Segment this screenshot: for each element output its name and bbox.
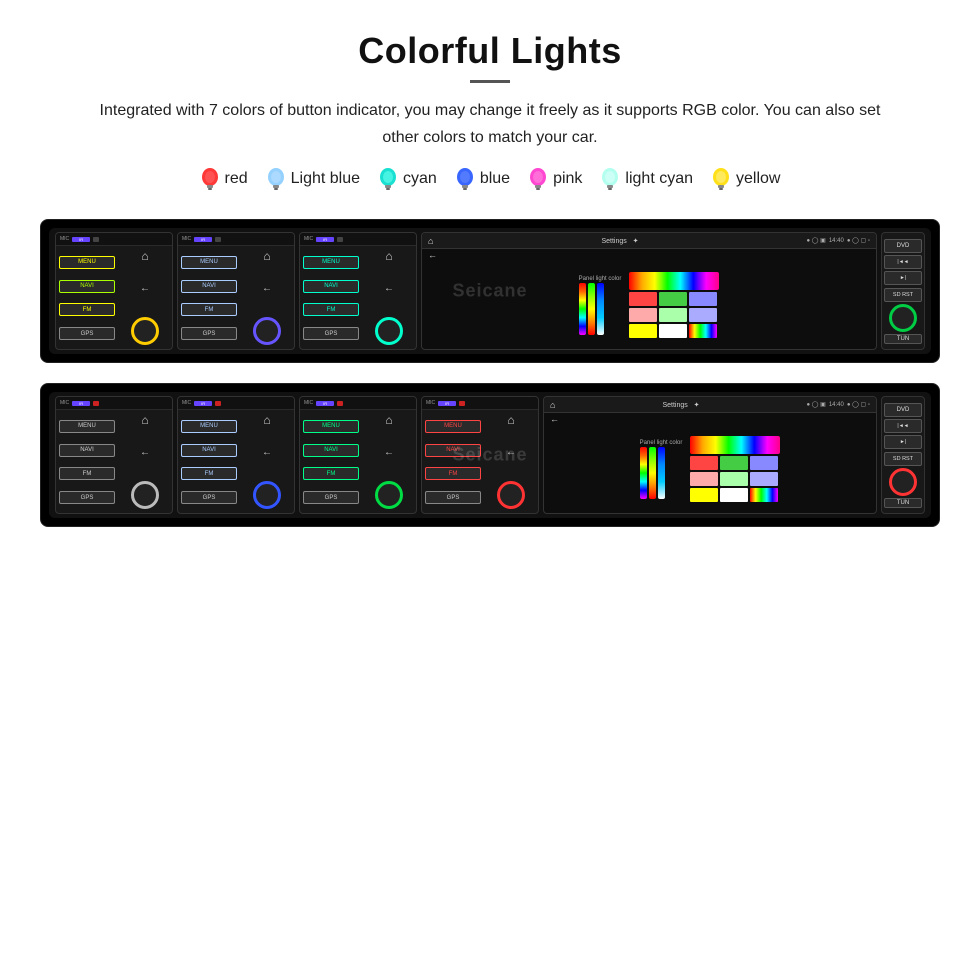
unit-1: MIC IR MENU NAVI FM GPS ⌂ ← — [55, 232, 173, 350]
color-item-lightcyan: light cyan — [600, 167, 693, 191]
color-label-lightblue: Light blue — [291, 170, 360, 188]
color-item-red: red — [200, 167, 248, 191]
title-divider — [470, 80, 510, 83]
bulb-icon-blue — [455, 167, 475, 191]
bulb-icon-pink — [528, 167, 548, 191]
description-text: Integrated with 7 colors of button indic… — [80, 97, 900, 151]
color-item-blue: blue — [455, 167, 510, 191]
unit-3: MIC IR MENU NAVI FM GPS ⌂ ← — [299, 232, 417, 350]
main-display-top: ⌂ Settings ✦ ● ◯ ▣ 14:40 ● ◯ ▢ ▫ ← Panel… — [421, 232, 877, 350]
page-title: Colorful Lights — [40, 30, 940, 72]
color-item-cyan: cyan — [378, 167, 437, 191]
main-display-bottom: ⌂ Settings ✦ ● ◯ ▣ 14:40 ● ◯ ▢ ▫ ← Panel… — [543, 396, 877, 514]
color-label-yellow: yellow — [736, 170, 780, 188]
page-container: Colorful Lights Integrated with 7 colors… — [0, 0, 980, 577]
units-row-top: MIC IR MENU NAVI FM GPS ⌂ ← — [49, 228, 931, 354]
bottom-unit-1: MIC IR MENU NAVI FM GPS ⌂ ← — [55, 396, 173, 514]
color-label-blue: blue — [480, 170, 510, 188]
bulb-icon-cyan — [378, 167, 398, 191]
bottom-unit-2: MIC IR MENU NAVI FM GPS ⌂ ← — [177, 396, 295, 514]
color-label-red: red — [225, 170, 248, 188]
bottom-unit-4: MIC IR MENU NAVI FM GPS ⌂ ← — [421, 396, 539, 514]
color-item-lightblue: Light blue — [266, 167, 360, 191]
car-unit-bottom: Seicane MIC IR MENU NAVI FM GPS — [40, 383, 940, 527]
color-list: red Light blue cyan — [40, 167, 940, 191]
bulb-icon-red — [200, 167, 220, 191]
bulb-icon-lightblue — [266, 167, 286, 191]
color-item-yellow: yellow — [711, 167, 780, 191]
units-row-bottom: MIC IR MENU NAVI FM GPS ⌂ ← — [49, 392, 931, 518]
title-section: Colorful Lights — [40, 30, 940, 83]
right-btns-top: DVD |◄◄ ►| SD RST TUN — [881, 232, 925, 350]
color-item-pink: pink — [528, 167, 582, 191]
unit-2: MIC IR MENU NAVI FM GPS ⌂ ← — [177, 232, 295, 350]
bottom-unit-3: MIC IR MENU NAVI FM GPS ⌂ ← — [299, 396, 417, 514]
right-btns-bottom: DVD |◄◄ ►| SD RST TUN — [881, 396, 925, 514]
bulb-icon-lightcyan — [600, 167, 620, 191]
bulb-icon-yellow — [711, 167, 731, 191]
color-label-pink: pink — [553, 170, 582, 188]
car-unit-top: Seicane MIC IR MENU NAVI FM GPS — [40, 219, 940, 363]
color-label-cyan: cyan — [403, 170, 437, 188]
color-label-lightcyan: light cyan — [625, 170, 693, 188]
